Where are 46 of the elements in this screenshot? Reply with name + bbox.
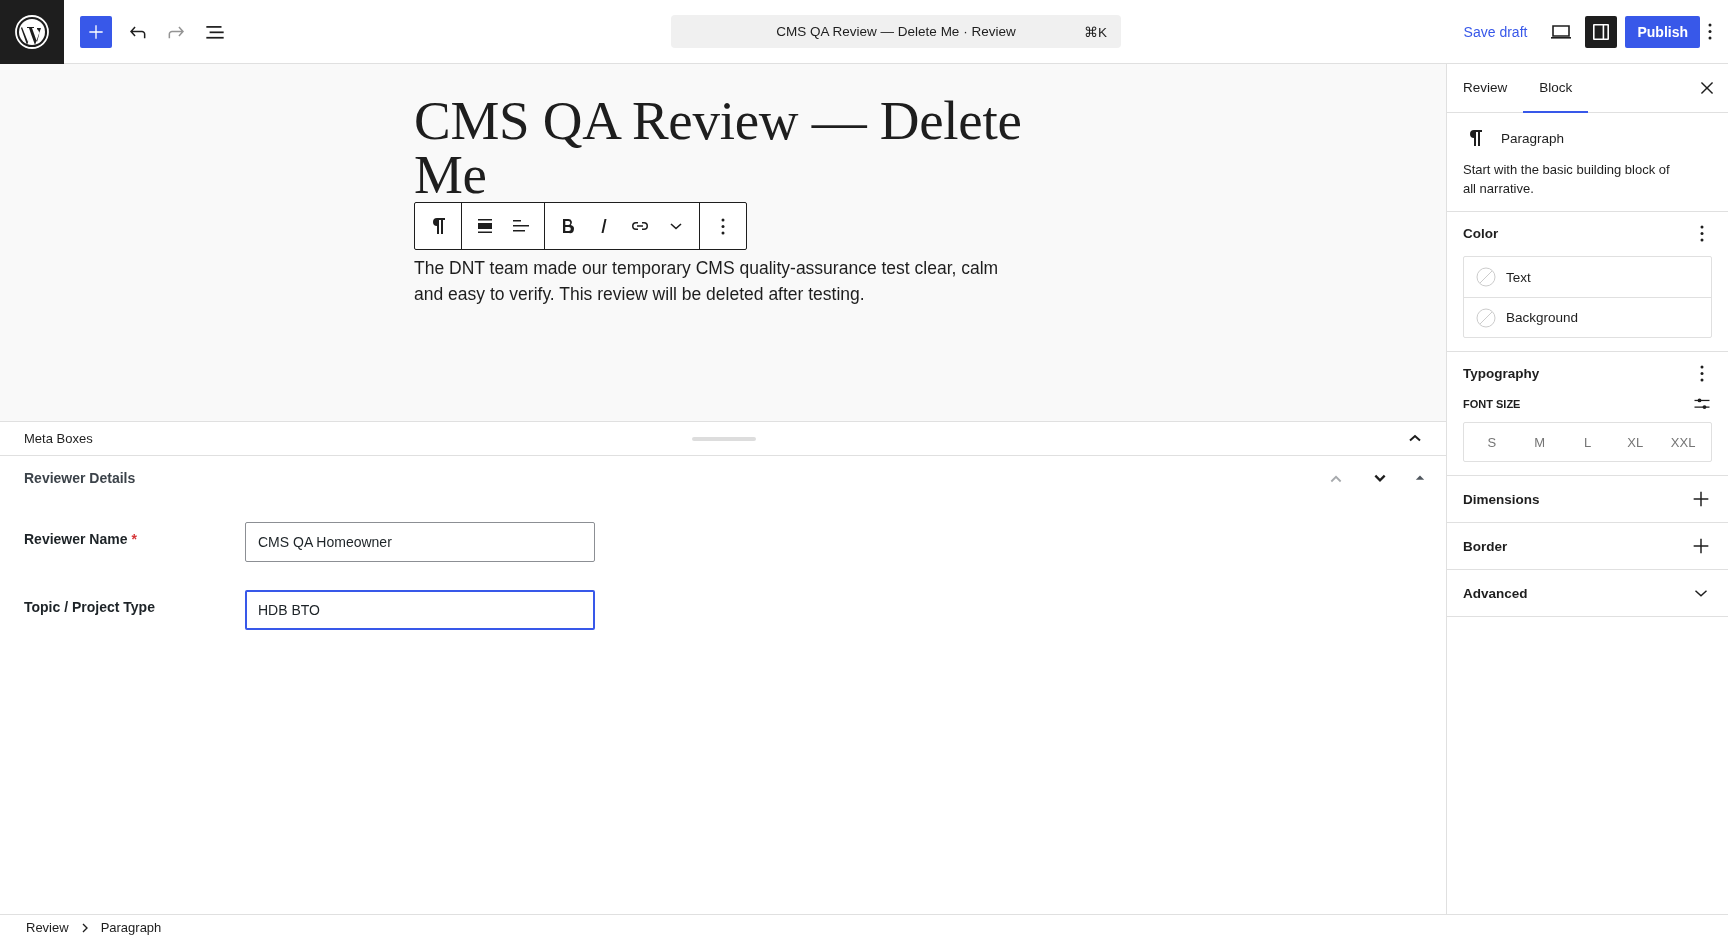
sidebar-tab[interactable]: Review <box>1447 64 1524 113</box>
panel-title: Dimensions <box>1463 491 1540 507</box>
font-size-option[interactable]: L <box>1563 423 1612 461</box>
font-size-option[interactable]: S <box>1468 423 1516 461</box>
paragraph-text[interactable]: The DNT team made our temporary CMS quality-assurance test clear, calm and easy to verify. This review will be deleted after testing. <box>414 255 1029 307</box>
empty-swatch-icon <box>1476 307 1496 328</box>
block-description: Start with the basic building block of all narrative. <box>1463 161 1671 198</box>
chevron-up-icon[interactable] <box>1408 434 1422 443</box>
options-icon[interactable] <box>1700 225 1704 242</box>
field-label: Topic / Project Type <box>24 598 156 615</box>
options-icon[interactable] <box>1700 365 1704 382</box>
font-size-option[interactable]: XXL <box>1659 423 1707 461</box>
empty-swatch-icon <box>1476 267 1496 287</box>
field-label: Reviewer Name * <box>24 530 138 547</box>
panel-title: Typography <box>1463 366 1540 381</box>
post-title[interactable]: CMS QA Review — Delete Me <box>414 94 1029 202</box>
panel-title: Advanced <box>1463 585 1528 601</box>
options-icon <box>721 217 725 235</box>
block-name: Paragraph <box>1501 130 1565 146</box>
publish-button[interactable]: Publish <box>1625 15 1700 48</box>
options-icon[interactable] <box>1708 23 1712 40</box>
panel-title: Color <box>1463 226 1499 241</box>
italic-icon <box>601 219 607 233</box>
font-size-label: FONT SIZE <box>1463 398 1521 410</box>
command-palette-button[interactable]: CMS QA Review — Delete Me · Review ⌘K <box>671 15 1121 48</box>
text-input[interactable]: CMS QA Homeowner <box>245 522 595 562</box>
panel-title: Border <box>1463 538 1508 554</box>
color-option[interactable]: Background <box>1464 297 1711 337</box>
text-input[interactable]: HDB BTO <box>245 590 595 630</box>
add-block-button[interactable] <box>80 15 112 48</box>
keyboard-shortcut: ⌘K <box>1084 24 1107 40</box>
font-size-option[interactable]: M <box>1515 423 1564 461</box>
resize-handle[interactable] <box>692 437 756 441</box>
save-draft-button[interactable]: Save draft <box>1453 15 1538 48</box>
sidebar-tab[interactable]: Block <box>1523 64 1589 113</box>
color-option[interactable]: Text <box>1464 257 1711 297</box>
meta-boxes-label: Meta Boxes <box>24 431 93 446</box>
logo-button[interactable] <box>0 0 64 64</box>
breadcrumb-current: Paragraph <box>100 920 162 935</box>
font-size-option[interactable]: XL <box>1611 423 1660 461</box>
meta-box-title: Reviewer Details <box>24 470 136 486</box>
settings-toggle-button[interactable] <box>1585 15 1618 48</box>
chevron-down-icon <box>670 222 682 230</box>
wordpress-logo-icon <box>14 13 50 50</box>
required-mark: * <box>131 531 137 547</box>
breadcrumb-link[interactable]: Review <box>26 920 69 935</box>
